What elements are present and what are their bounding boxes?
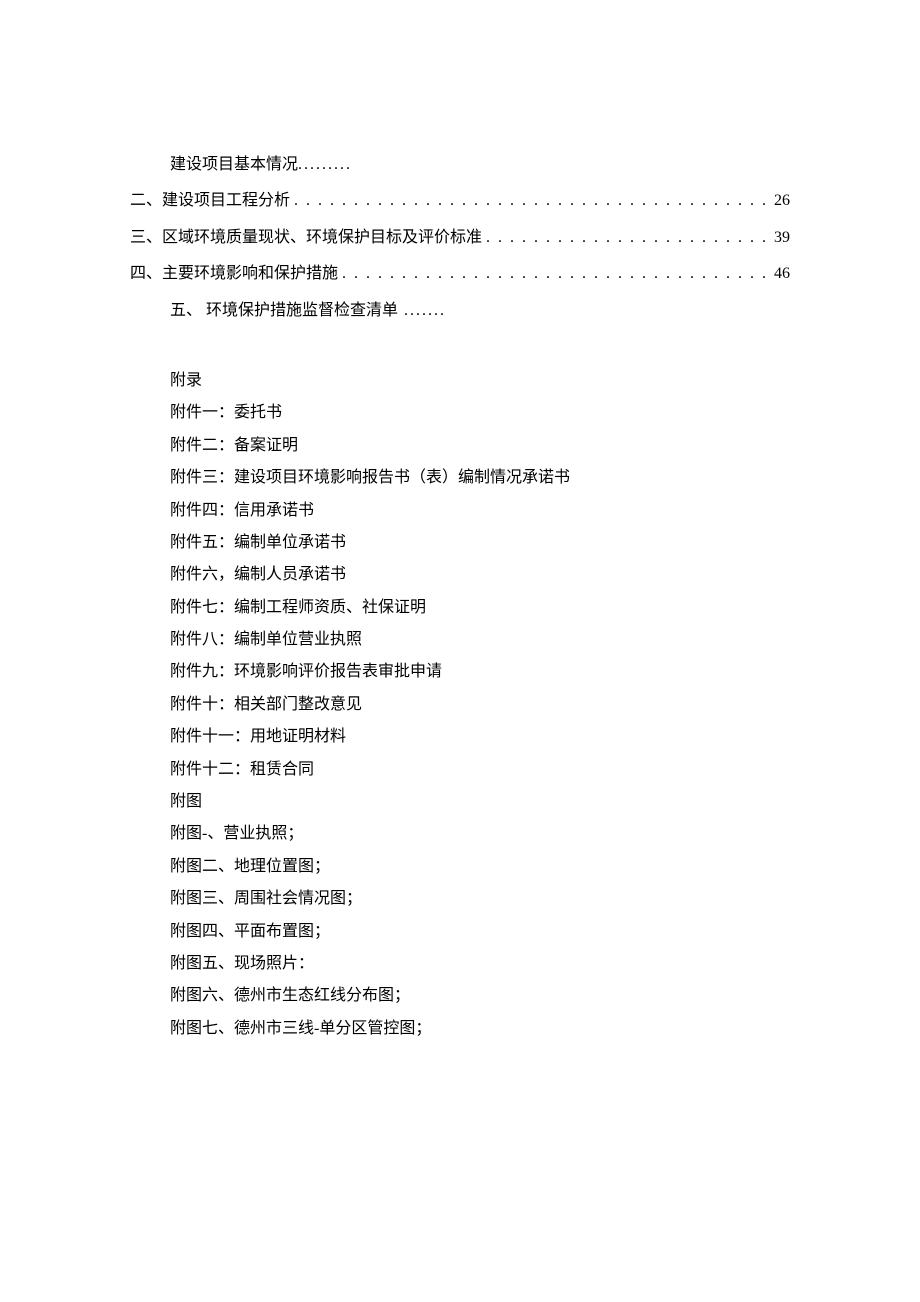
appendix-file-5: 附件五：编制单位承诺书 [170,528,790,558]
appendix-figure-4: 附图四、平面布置图； [170,917,790,947]
toc-dots: ....... [398,302,446,319]
toc-entry-4: 四、 主要环境影响和保护措施 . . . . . . . . . . . . .… [130,259,790,289]
toc-page-number: 46 [774,259,790,289]
appendix-file-10: 附件十：相关部门整改意见 [170,690,790,720]
toc-dots: . . . . . . . . . . . . . . . . . . . . … [290,186,774,216]
appendix-figures-heading: 附图 [170,787,790,817]
appendix-file-8: 附件八：编制单位营业执照 [170,625,790,655]
appendix-file-11: 附件十一：用地证明材料 [170,722,790,752]
toc-page-number: 26 [774,186,790,216]
appendix-file-7: 附件七：编制工程师资质、社保证明 [170,593,790,623]
toc-label: 环境保护措施监督检查清单 [202,302,398,319]
toc-dots: . . . . . . . . . . . . . . . . . . . . … [482,223,774,253]
toc-entry-1: 建设项目基本情况......... [130,150,790,180]
toc-label: 区域环境质量现状、环境保护目标及评价标准 [162,223,482,253]
appendix-figure-5: 附图五、现场照片： [170,949,790,979]
toc-label: 建设项目基本情况 [170,156,298,173]
toc-entry-2: 二、 建设项目工程分析 . . . . . . . . . . . . . . … [130,186,790,216]
appendix-figure-7: 附图七、德州市三线-单分区管控图； [170,1014,790,1044]
appendix-section: 附录 附件一：委托书 附件二：备案证明 附件三：建设项目环境影响报告书（表）编制… [130,366,790,1044]
appendix-file-12: 附件十二：租赁合同 [170,755,790,785]
toc-page-number: 39 [774,223,790,253]
toc-prefix: 二、 [130,186,162,216]
toc-entry-5: 五、 环境保护措施监督检查清单 ....... [130,296,790,326]
toc-dots: . . . . . . . . . . . . . . . . . . . . … [338,259,774,289]
toc-entry-3: 三、 区域环境质量现状、环境保护目标及评价标准 . . . . . . . . … [130,223,790,253]
toc-dots: ......... [298,156,352,173]
toc-label: 主要环境影响和保护措施 [162,259,338,289]
appendix-heading: 附录 [170,366,790,396]
appendix-file-6: 附件六，编制人员承诺书 [170,560,790,590]
appendix-file-4: 附件四：信用承诺书 [170,496,790,526]
toc-prefix: 四、 [130,259,162,289]
toc-prefix: 五、 [170,302,202,319]
appendix-file-2: 附件二：备案证明 [170,431,790,461]
appendix-figure-1: 附图-、营业执照； [170,819,790,849]
toc-label: 建设项目工程分析 [162,186,290,216]
appendix-figure-6: 附图六、德州市生态红线分布图； [170,981,790,1011]
toc-prefix: 三、 [130,223,162,253]
appendix-file-9: 附件九：环境影响评价报告表审批申请 [170,657,790,687]
appendix-figure-3: 附图三、周围社会情况图； [170,884,790,914]
document-page: 建设项目基本情况......... 二、 建设项目工程分析 . . . . . … [130,150,790,1044]
appendix-file-3: 附件三：建设项目环境影响报告书（表）编制情况承诺书 [170,463,790,493]
appendix-file-1: 附件一：委托书 [170,398,790,428]
appendix-figure-2: 附图二、地理位置图； [170,852,790,882]
